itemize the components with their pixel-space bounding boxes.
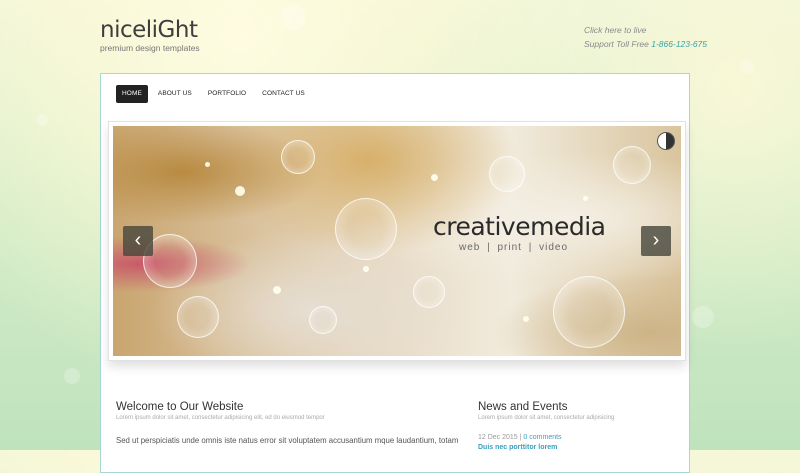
background-bokeh [740, 60, 754, 74]
support-label: Support Toll Free [584, 39, 652, 49]
welcome-heading: Welcome to Our Website [116, 401, 244, 413]
bokeh-bubble [281, 140, 315, 174]
slide-image: creativemedia web | print | video ‹ › [113, 126, 681, 356]
welcome-body: Sed ut perspiciatis unde omnis iste natu… [116, 436, 459, 445]
background-bokeh [280, 4, 306, 30]
logo[interactable]: niceliGht premium design templates [100, 18, 200, 53]
bokeh-dot [235, 186, 245, 196]
news-date: 12 Dec 2015 [478, 434, 518, 441]
nav-item-home[interactable]: HOME [116, 85, 148, 103]
main-panel: HOME ABOUT US PORTFOLIO CONTACT US creat… [100, 73, 690, 473]
support-phone-line: Support Toll Free 1-866-123-675 [584, 37, 707, 51]
bokeh-bubble [613, 146, 651, 184]
background-bokeh [36, 114, 48, 126]
bokeh-dot [273, 286, 281, 294]
logo-title: niceliGht [100, 17, 198, 43]
chevron-left-icon: ‹ [134, 229, 142, 251]
bokeh-dot [523, 316, 529, 322]
slider-next-button[interactable]: › [641, 226, 671, 256]
nav-item-contact-us[interactable]: CONTACT US [256, 85, 311, 103]
live-chat-link[interactable]: Click here to live [584, 23, 707, 37]
bokeh-dot [363, 266, 369, 272]
support-phone: 1-866-123-675 [651, 39, 708, 49]
news-subtitle: Lorem ipsum dolor sit amet, consectetur … [478, 415, 615, 421]
bokeh-bubble [489, 156, 525, 192]
slide-subtitle: web | print | video [459, 242, 569, 253]
main-nav: HOME ABOUT US PORTFOLIO CONTACT US [116, 85, 311, 103]
bokeh-bubble [553, 276, 625, 348]
bokeh-bubble [335, 198, 397, 260]
slider-prev-button[interactable]: ‹ [123, 226, 153, 256]
slide-title: creativemedia [433, 212, 606, 241]
logo-tagline: premium design templates [100, 43, 200, 53]
news-meta: 12 Dec 2015 | 0 comments [478, 434, 562, 441]
nav-item-portfolio[interactable]: PORTFOLIO [202, 85, 252, 103]
slider-pause-icon[interactable] [657, 132, 675, 150]
image-slider: creativemedia web | print | video ‹ › [108, 121, 686, 361]
bokeh-dot [205, 162, 210, 167]
support-contact: Click here to live Support Toll Free 1-8… [584, 23, 707, 51]
news-comments-link[interactable]: 0 comments [523, 434, 561, 441]
nav-item-about-us[interactable]: ABOUT US [152, 85, 198, 103]
bokeh-dot [583, 196, 588, 201]
welcome-subtitle: Lorem ipsum dolor sit amet, consectetur … [116, 415, 325, 421]
bokeh-bubble [309, 306, 337, 334]
bokeh-dot [431, 174, 438, 181]
bokeh-bubble [177, 296, 219, 338]
background-bokeh [692, 306, 714, 328]
background-bokeh [64, 368, 80, 384]
bokeh-bubble [413, 276, 445, 308]
news-heading: News and Events [478, 401, 568, 413]
chevron-right-icon: › [652, 229, 660, 251]
